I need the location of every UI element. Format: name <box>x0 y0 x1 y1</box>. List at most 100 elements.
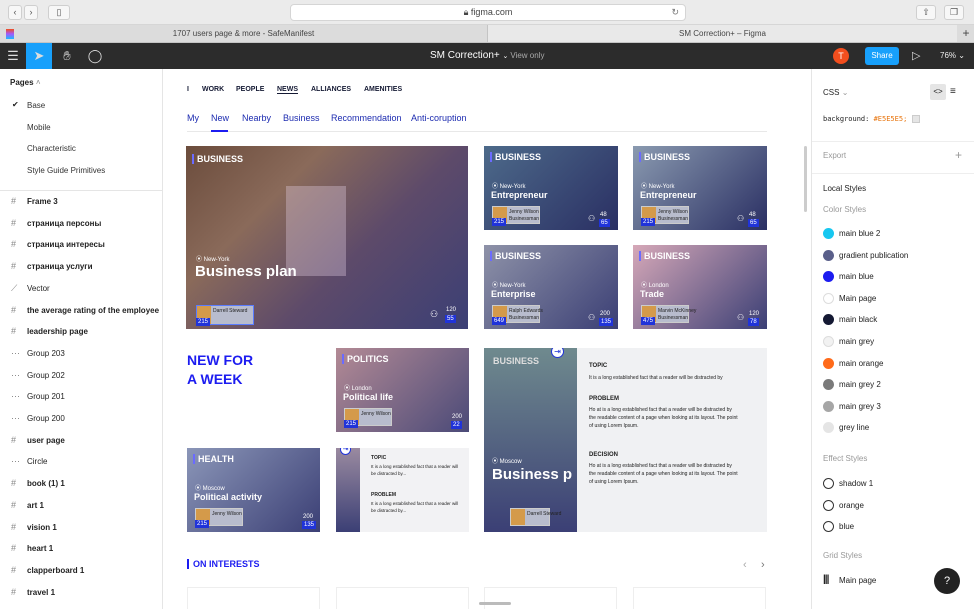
layer-icon: # <box>11 434 17 445</box>
page-item-mobile[interactable]: Mobile <box>27 123 51 132</box>
card-c1[interactable]: BUSINESS ⦿ New-York Entrepreneur Jenny Wils… <box>484 146 618 230</box>
top-nav-item[interactable]: PEOPLE <box>236 86 264 93</box>
layer-item[interactable]: user page <box>27 436 65 445</box>
page-item-style-guide[interactable]: Style Guide Primitives <box>27 166 105 175</box>
back-button[interactable]: ‹ <box>8 5 22 20</box>
reload-icon[interactable]: ↻ <box>671 5 679 20</box>
carousel-next-icon[interactable]: › <box>761 559 765 571</box>
carousel-prev-icon[interactable]: ‹ <box>743 559 747 571</box>
card-political-life[interactable]: POLITICS ⦿ London Political life Jenny W… <box>336 348 469 432</box>
city-label: ⦿ Moscow <box>195 486 225 492</box>
card-political-activity[interactable]: HEALTH ⦿ Moscow Political activity Jenny… <box>187 448 320 532</box>
horizontal-scrollbar[interactable] <box>479 602 511 605</box>
count-text: 48 <box>749 212 756 218</box>
file-title[interactable]: SM Correction+ ⌄ View only <box>430 50 544 61</box>
layer-item[interactable]: Frame 3 <box>27 197 58 206</box>
browser-tab-2[interactable]: SM Correction+ – Figma <box>487 25 957 42</box>
card-c4[interactable]: BUSINESS ⦿ London Trade Marvin McKinney Busi… <box>633 245 767 329</box>
code-view-icon[interactable]: <> <box>930 84 946 100</box>
layer-item[interactable]: travel 1 <box>27 588 55 597</box>
address-bar[interactable]: 🔒︎ figma.com ↻ <box>290 4 686 21</box>
layer-item[interactable]: leadership page <box>27 327 88 336</box>
card-business-plan[interactable]: BUSINESS ⦿ New-York Business plan Darrel… <box>186 146 468 329</box>
top-nav-item[interactable]: ALLIANCES <box>311 86 351 93</box>
zoom-level[interactable]: 76% ⌄ <box>940 51 965 60</box>
count-badge: 78 <box>748 318 759 326</box>
comment-tool-icon[interactable]: ◯ <box>82 43 108 69</box>
card-c2[interactable]: BUSINESS ⦿ New-York Entrepreneur Jenny Wils… <box>633 146 767 230</box>
vertical-scrollbar[interactable] <box>804 146 807 212</box>
card-topic-small[interactable]: ⇥ TOPIC It is a long established fact th… <box>336 448 469 532</box>
browser-tab-1[interactable]: 1707 users page & more - SafeManifest <box>0 25 487 42</box>
layer-item[interactable]: страница интересы <box>27 240 105 249</box>
top-nav-item[interactable]: NEWS <box>277 86 298 94</box>
interest-card[interactable] <box>484 587 617 609</box>
card-business-wide[interactable]: BUSINESS ⦿ Moscow Business p Darrell Ste… <box>484 348 767 532</box>
layer-item[interactable]: Circle <box>27 457 47 466</box>
interest-card[interactable] <box>187 587 320 609</box>
layer-item[interactable]: art 1 <box>27 501 44 510</box>
add-export-icon[interactable]: + <box>955 148 962 162</box>
layer-item[interactable]: страница персоны <box>27 219 101 228</box>
color-swatch <box>823 400 834 412</box>
interest-card[interactable] <box>633 587 766 609</box>
menu-icon[interactable]: ☰ <box>0 43 26 69</box>
top-nav-item[interactable]: WORK <box>202 86 224 93</box>
hand-tool-icon[interactable]: ✋︎ <box>54 43 80 69</box>
layer-item[interactable]: book (1) 1 <box>27 479 65 488</box>
layer-item[interactable]: the average rating of the employee <box>27 306 159 315</box>
sidebar-toggle-icon[interactable]: ▯ <box>48 5 70 20</box>
page-item-base[interactable]: Base <box>27 101 45 110</box>
layer-item[interactable]: Group 203 <box>27 349 65 358</box>
color-style-name: main black <box>839 315 878 325</box>
user-avatar[interactable]: T <box>833 48 849 64</box>
design-canvas[interactable]: I WORK PEOPLE NEWS ALLIANCES AMENITIES My New N… <box>163 69 811 609</box>
city-label: ⦿ London <box>344 386 372 392</box>
top-nav-item[interactable]: AMENITIES <box>364 86 402 93</box>
share-icon[interactable]: ⇧ <box>916 5 936 20</box>
layer-item[interactable]: Group 201 <box>27 392 65 401</box>
help-button[interactable]: ? <box>934 568 960 594</box>
city-label: ⦿ New-York <box>641 184 675 190</box>
people-icon: ⚇ <box>588 214 596 223</box>
layer-item[interactable]: Vector <box>27 284 50 293</box>
present-icon[interactable]: ▷ <box>912 49 920 62</box>
layer-item[interactable]: clapperboard 1 <box>27 566 84 575</box>
pages-header[interactable]: Pages ˄ <box>10 78 40 87</box>
count-badge: 215 <box>492 218 507 226</box>
sub-nav-tab[interactable]: Nearby <box>242 113 271 123</box>
tabs-overview-icon[interactable]: ❐ <box>944 5 964 20</box>
sub-nav-tab[interactable]: New <box>211 113 229 123</box>
move-tool-icon[interactable]: ➤ <box>26 43 52 69</box>
people-icon: ⚇ <box>588 313 596 322</box>
layer-item[interactable]: Group 200 <box>27 414 65 423</box>
layer-item[interactable]: Group 202 <box>27 371 65 380</box>
sub-nav-tab[interactable]: Recommendation <box>331 113 402 123</box>
sub-nav-tab[interactable]: Business <box>283 113 320 123</box>
page-item-characteristic[interactable]: Characteristic <box>27 144 76 153</box>
list-view-icon[interactable]: ≡ <box>950 86 956 97</box>
interest-card[interactable] <box>336 587 469 609</box>
layer-icon: ⟋ <box>11 282 18 293</box>
author-role: Businessman <box>509 216 540 222</box>
forward-button[interactable]: › <box>24 5 38 20</box>
layer-item[interactable]: heart 1 <box>27 544 53 553</box>
people-icon: ⚇ <box>430 309 439 319</box>
sub-nav-tab[interactable]: Anti-coruption <box>411 113 467 123</box>
new-tab-button[interactable]: + <box>958 25 974 42</box>
layer-icon: # <box>11 261 17 272</box>
layer-item[interactable]: vision 1 <box>27 523 57 532</box>
file-name: SM Correction+ <box>430 50 500 61</box>
layer-item[interactable]: страница услуги <box>27 262 93 271</box>
count-badge: 215 <box>641 218 656 226</box>
sub-nav-tab[interactable]: My <box>187 113 199 123</box>
color-swatch <box>823 314 834 326</box>
export-label: Export <box>823 151 847 160</box>
card-c3[interactable]: BUSINESS ⦿ New-York Enterprise Ralph Edward… <box>484 245 618 329</box>
css-dropdown[interactable]: CSS ⌄ <box>823 88 848 97</box>
zoom-value: 76% <box>940 51 957 60</box>
city-text: Moscow <box>499 459 522 465</box>
share-button[interactable]: Share <box>865 47 899 65</box>
layer-icon: # <box>11 217 17 228</box>
top-nav-item[interactable]: I <box>187 86 189 93</box>
